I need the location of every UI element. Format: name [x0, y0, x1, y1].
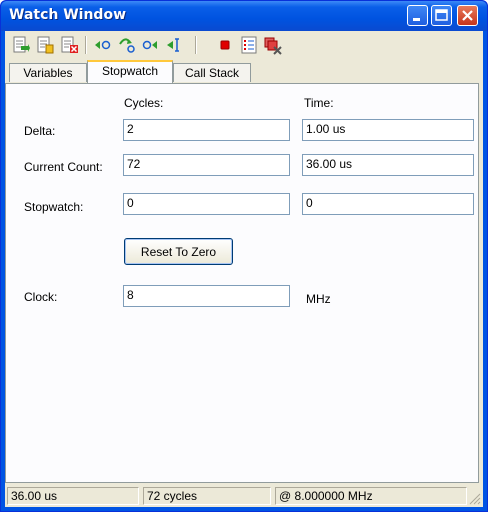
clock-unit-label: MHz — [306, 292, 331, 306]
cycles-header: Cycles: — [124, 96, 164, 110]
list-icon[interactable] — [239, 35, 259, 55]
clock-field[interactable]: 8 — [123, 285, 290, 307]
close-button[interactable] — [457, 5, 478, 26]
stopwatch-panel: Cycles: Time: Delta: 2 1.00 us Current C… — [5, 83, 479, 483]
resize-grip-icon[interactable] — [469, 493, 481, 505]
title-bar[interactable]: Watch Window — [1, 1, 487, 31]
reset-to-zero-button[interactable]: Reset To Zero — [124, 238, 233, 265]
delta-cycles-field[interactable]: 2 — [123, 119, 290, 141]
stopwatch-cycles-field[interactable]: 0 — [123, 193, 290, 215]
maximize-button[interactable] — [431, 5, 452, 26]
status-cycles: 72 cycles — [143, 487, 271, 505]
watch-window: Watch Window Variables Stopwatch Call St… — [0, 0, 488, 512]
time-header: Time: — [304, 96, 334, 110]
current-count-label: Current Count: — [24, 160, 103, 174]
tab-variables[interactable]: Variables — [9, 63, 87, 82]
delete-watch-icon[interactable] — [59, 35, 79, 55]
minimize-button[interactable] — [407, 5, 428, 26]
clock-label: Clock: — [24, 290, 58, 304]
tab-call-stack[interactable]: Call Stack — [173, 63, 251, 82]
stop-icon[interactable] — [215, 35, 235, 55]
stopwatch-time-field[interactable]: 0 — [302, 193, 474, 215]
clear-icon[interactable] — [263, 35, 283, 55]
toolbar — [5, 31, 483, 59]
step-into-icon[interactable] — [93, 35, 113, 55]
delta-label: Delta: — [24, 124, 56, 138]
close-icon — [462, 10, 473, 21]
add-watch-icon[interactable] — [11, 35, 31, 55]
step-out-icon[interactable] — [141, 35, 161, 55]
add-symbol-icon[interactable] — [35, 35, 55, 55]
current-cycles-field[interactable]: 72 — [123, 154, 290, 176]
run-to-cursor-icon[interactable] — [165, 35, 185, 55]
tab-stopwatch[interactable]: Stopwatch — [87, 60, 173, 83]
delta-time-field[interactable]: 1.00 us — [302, 119, 474, 141]
window-client: Variables Stopwatch Call Stack Cycles: T… — [5, 31, 483, 507]
current-time-field[interactable]: 36.00 us — [302, 154, 474, 176]
minimize-icon — [413, 18, 420, 21]
tab-strip: Variables Stopwatch Call Stack — [5, 59, 483, 83]
stopwatch-label: Stopwatch: — [24, 200, 84, 214]
step-over-icon[interactable] — [117, 35, 137, 55]
status-frequency: @ 8.000000 MHz — [275, 487, 467, 505]
status-time: 36.00 us — [7, 487, 139, 505]
window-title: Watch Window — [9, 7, 127, 23]
status-bar: 36.00 us 72 cycles @ 8.000000 MHz — [5, 485, 483, 507]
maximize-icon — [435, 9, 448, 21]
